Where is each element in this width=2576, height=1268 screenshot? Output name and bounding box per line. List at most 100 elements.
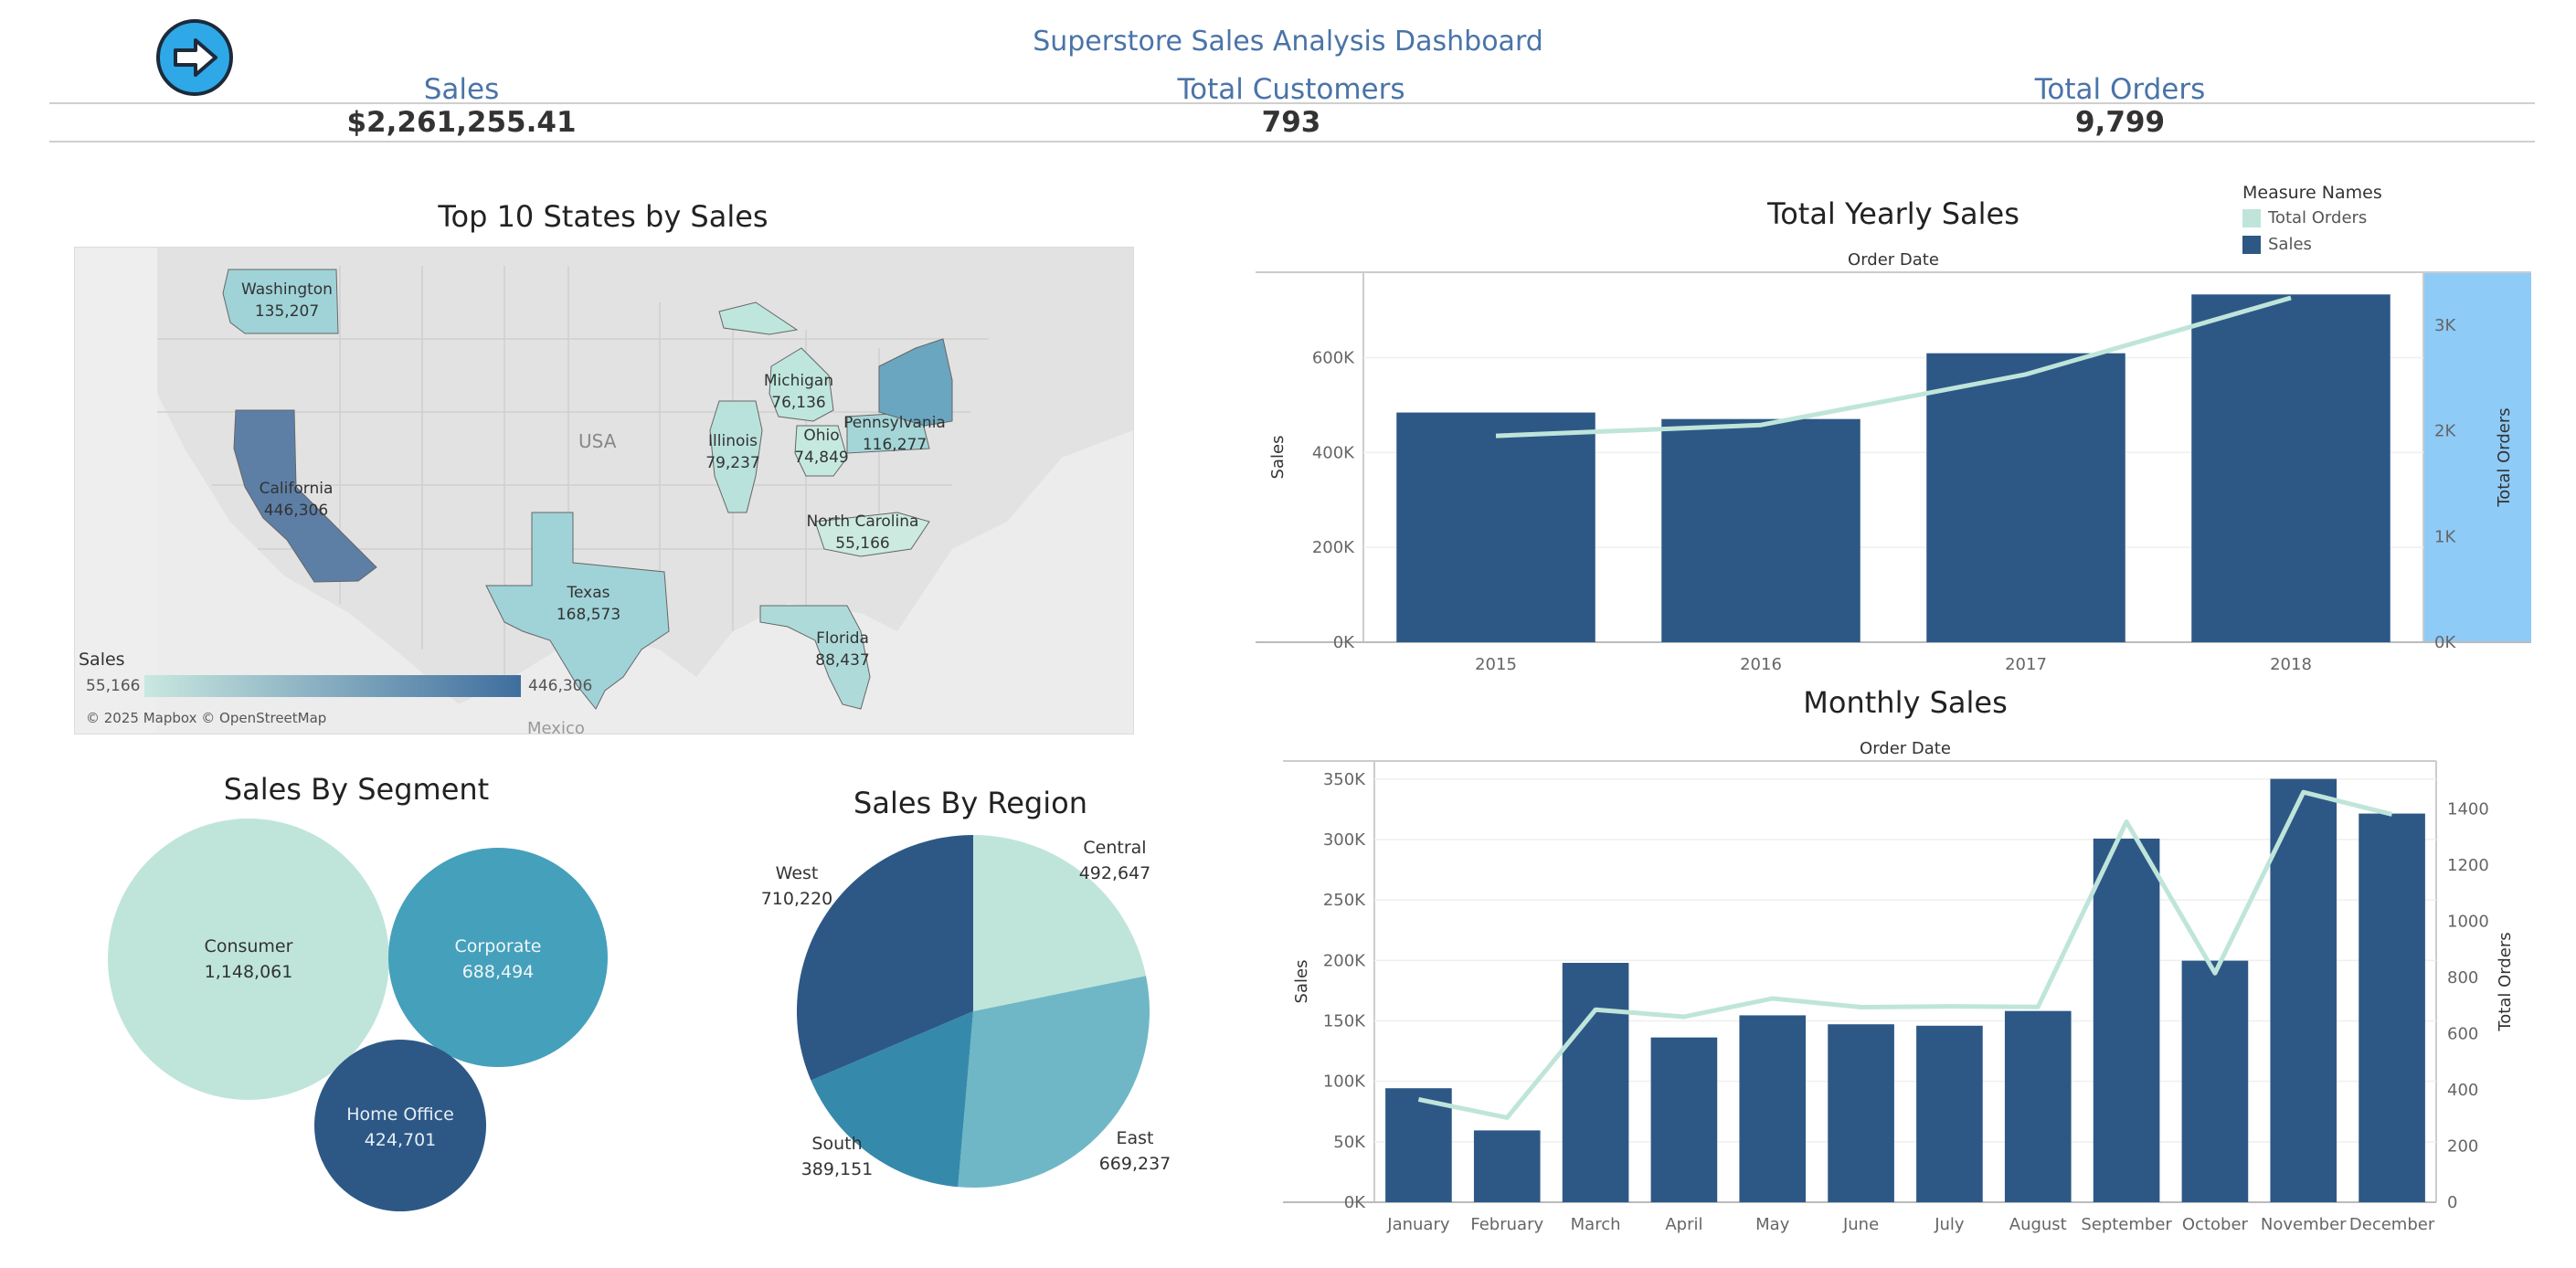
- state-label-texas: Texas 168,573: [556, 584, 621, 624]
- y-tick-label: 350K: [1323, 770, 1366, 789]
- chart-title: Total Yearly Sales: [1766, 196, 2019, 231]
- x-tick-label: January: [1386, 1215, 1450, 1234]
- state-label-florida: Florida 88,437: [815, 629, 870, 670]
- sales-bar[interactable]: [1562, 962, 1629, 1202]
- y2-tick-label: 2K: [2434, 422, 2456, 441]
- y-tick-label: 50K: [1333, 1133, 1366, 1152]
- sales-bar[interactable]: [1739, 1015, 1807, 1202]
- sales-bar[interactable]: [1650, 1037, 1718, 1202]
- x-tick-label: 2016: [1740, 655, 1782, 674]
- map-legend-max: 446,306: [528, 677, 593, 695]
- y2-tick-label: 0K: [2434, 633, 2456, 652]
- y-tick-label: 600K: [1312, 348, 1355, 367]
- y-tick-label: 200K: [1312, 538, 1355, 557]
- y-tick-label: 100K: [1323, 1073, 1366, 1092]
- sales-bar[interactable]: [2191, 294, 2390, 642]
- sales-bar[interactable]: [1473, 1130, 1541, 1202]
- y-tick-label: 250K: [1323, 891, 1366, 910]
- x-tick-label: February: [1470, 1215, 1543, 1234]
- segment-label-consumer: Consumer 1,148,061: [204, 936, 293, 982]
- region-label-east: East 669,237: [1098, 1128, 1171, 1174]
- top-states-map[interactable]: Washington 135,207 California 446,306 Texa…: [74, 247, 1134, 734]
- kpi-orders-label: Total Orders: [2034, 73, 2206, 106]
- yearly-sales-chart[interactable]: Total Yearly Sales Order Date 0K 200K 400K 60…: [1252, 192, 2540, 685]
- state-label-north-carolina: North Carolina 55,166: [806, 512, 919, 553]
- segment-label-home-office: Home Office 424,701: [346, 1104, 454, 1150]
- y-axis-title: Sales: [1268, 436, 1288, 480]
- x-tick-label: November: [2261, 1215, 2347, 1234]
- y2-tick-label: 1400: [2447, 799, 2489, 819]
- map-legend-title: Sales: [79, 650, 125, 670]
- dashboard-title: Superstore Sales Analysis Dashboard: [1033, 26, 1543, 58]
- state-label-washington: Washington 135,207: [241, 280, 333, 321]
- arrow-right-icon: [156, 19, 233, 96]
- monthly-sales-chart[interactable]: Monthly Sales Order Date 0K 50K 100K 150K 200K…: [1270, 681, 2549, 1242]
- chart-title: Monthly Sales: [1803, 685, 2007, 720]
- kpi-divider: [49, 102, 2535, 104]
- state-label-ohio: Ohio 74,849: [794, 427, 849, 467]
- kpi-customers-value: 793: [1261, 106, 1321, 139]
- sales-bar[interactable]: [2093, 838, 2160, 1202]
- state-label-illinois: Illinois 79,237: [705, 432, 760, 472]
- y-tick-label: 300K: [1323, 830, 1366, 850]
- sales-bar[interactable]: [1661, 418, 1860, 642]
- total-orders-line[interactable]: [1495, 295, 2292, 439]
- x-tick-label: 2015: [1475, 655, 1517, 674]
- state-label-california: California 446,306: [259, 480, 334, 520]
- y2-tick-label: 0: [2447, 1193, 2457, 1212]
- x-tick-label: October: [2182, 1215, 2249, 1234]
- state-label-michigan: Michigan 76,136: [763, 372, 834, 412]
- x-tick-label: August: [2009, 1215, 2067, 1234]
- next-page-button[interactable]: [155, 18, 234, 97]
- y2-tick-label: 400: [2447, 1081, 2478, 1100]
- y2-axis-title: Total Orders: [2495, 407, 2514, 507]
- country-label: USA: [578, 430, 617, 452]
- region-label-west: West 710,220: [760, 863, 833, 909]
- y2-tick-label: 800: [2447, 968, 2478, 988]
- y2-tick-label: 600: [2447, 1024, 2478, 1043]
- map-legend-min: 55,166: [86, 677, 141, 695]
- neighbor-label: Mexico: [527, 719, 585, 734]
- y2-tick-label: 1200: [2447, 856, 2489, 875]
- kpi-sales-label: Sales: [423, 73, 500, 106]
- kpi-orders-value: 9,799: [2074, 106, 2166, 139]
- sales-bar[interactable]: [1828, 1024, 1894, 1202]
- x-tick-label: March: [1571, 1215, 1621, 1234]
- y2-tick-label: 1000: [2447, 912, 2489, 931]
- y-tick-label: 150K: [1323, 1012, 1366, 1031]
- kpi-sales-value: $2,261,255.41: [346, 106, 577, 139]
- x-tick-label: December: [2349, 1215, 2435, 1234]
- y-tick-label: 0K: [1333, 633, 1355, 652]
- y2-tick-label: 1K: [2434, 527, 2456, 546]
- x-axis-title: Order Date: [1860, 739, 1951, 758]
- region-label-central: Central 492,647: [1078, 838, 1151, 883]
- sales-bar[interactable]: [1916, 1025, 1983, 1202]
- x-tick-label: 2017: [2005, 655, 2047, 674]
- sales-bar[interactable]: [1396, 412, 1595, 642]
- sales-bar[interactable]: [2181, 960, 2249, 1202]
- y-tick-label: 0K: [1344, 1193, 1366, 1212]
- map-legend-gradient: [144, 675, 521, 697]
- kpi-bottom-divider: [49, 141, 2535, 143]
- segment-title: Sales By Segment: [223, 772, 490, 807]
- kpi-customers-label: Total Customers: [1177, 73, 1405, 106]
- sales-bar[interactable]: [1926, 353, 2125, 642]
- x-tick-label: 2018: [2270, 655, 2312, 674]
- x-tick-label: September: [2081, 1215, 2172, 1234]
- map-canvas: [75, 248, 1133, 734]
- region-title: Sales By Region: [853, 786, 1087, 820]
- x-tick-label: June: [1842, 1215, 1879, 1234]
- y2-tick-label: 200: [2447, 1136, 2478, 1156]
- y-tick-label: 200K: [1323, 951, 1366, 970]
- sales-bar[interactable]: [2359, 813, 2425, 1202]
- sales-bar[interactable]: [2004, 1010, 2072, 1202]
- state-label-pennsylvania: Pennsylvania 116,277: [843, 414, 946, 454]
- segment-label-corporate: Corporate 688,494: [454, 936, 542, 982]
- y2-tick-label: 3K: [2434, 316, 2456, 335]
- map-credit[interactable]: © 2025 Mapbox © OpenStreetMap: [86, 710, 326, 726]
- y-axis-title: Sales: [1292, 960, 1311, 1004]
- map-title: Top 10 States by Sales: [438, 199, 769, 234]
- x-axis-title: Order Date: [1848, 250, 1939, 269]
- x-tick-label: July: [1934, 1215, 1965, 1234]
- y-tick-label: 400K: [1312, 443, 1355, 462]
